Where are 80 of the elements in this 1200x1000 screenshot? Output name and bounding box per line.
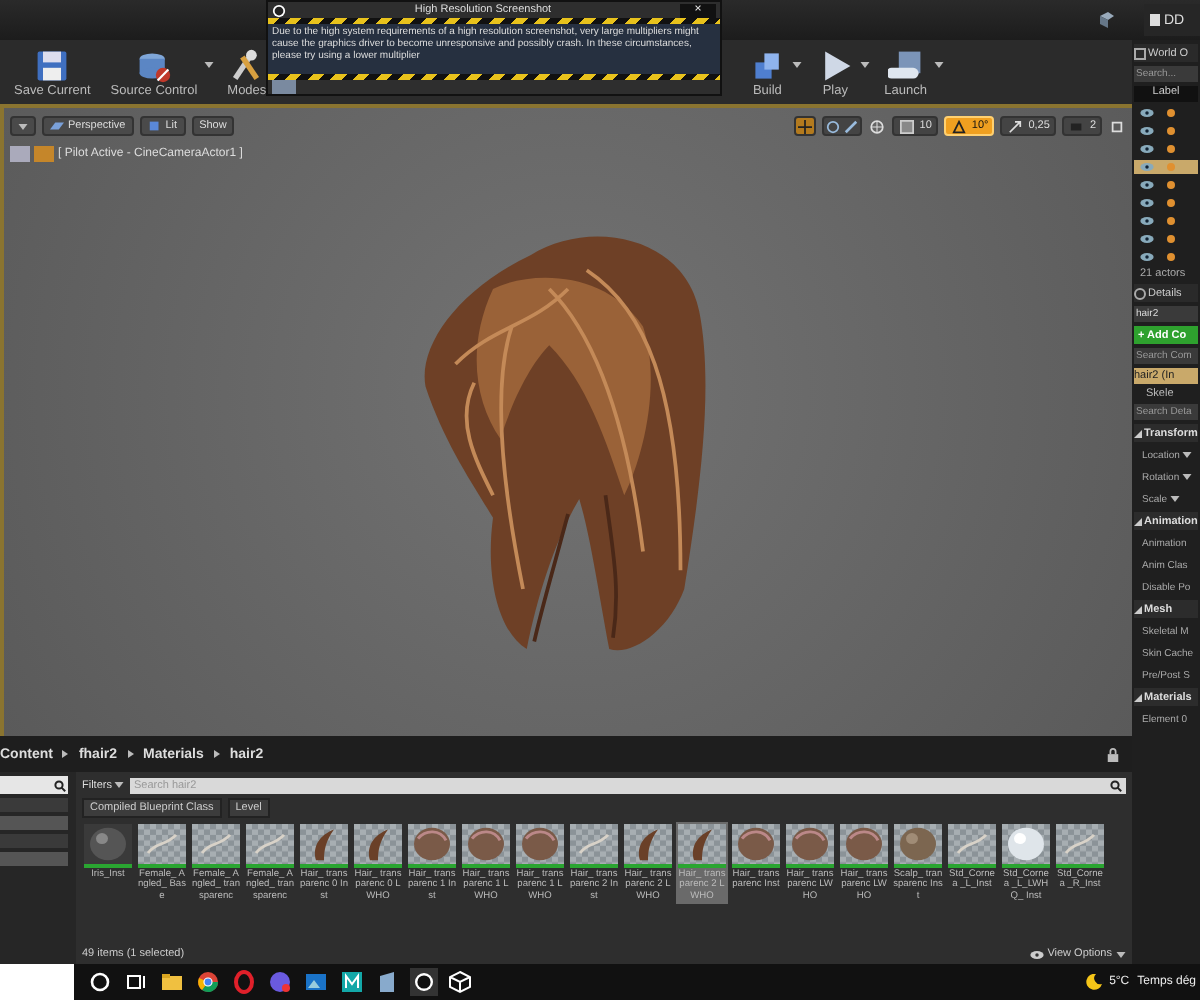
ring-icon[interactable] xyxy=(230,968,258,996)
letter-m-tile-icon[interactable] xyxy=(338,968,366,996)
scale-arrow-icon xyxy=(1008,119,1023,133)
caret-icon xyxy=(1116,951,1126,957)
eye-icon[interactable] xyxy=(1140,108,1154,118)
circle-icon[interactable] xyxy=(86,968,114,996)
material-thumbnail xyxy=(678,824,726,868)
rotate-icon xyxy=(825,119,840,133)
collapse-triangle-icon xyxy=(1134,429,1142,437)
caret-icon xyxy=(860,62,871,68)
gamepad-icon xyxy=(887,48,924,84)
globe-icon[interactable] xyxy=(869,119,884,133)
grid-icon xyxy=(899,119,914,133)
material-thumbnail xyxy=(894,824,942,868)
material-thumbnail xyxy=(840,824,888,868)
chat-bubble-icon[interactable] xyxy=(266,968,294,996)
material-thumbnail xyxy=(246,824,294,868)
material-thumbnail xyxy=(354,824,402,868)
chevron-icon xyxy=(62,750,69,758)
material-thumbnail xyxy=(1002,824,1050,868)
folder-search-field[interactable] xyxy=(0,776,68,794)
caret-icon xyxy=(792,62,803,68)
collapse-triangle-icon xyxy=(1134,605,1142,613)
maximize-icon[interactable] xyxy=(1110,119,1124,133)
material-thumbnail xyxy=(192,824,240,868)
move-icon xyxy=(797,119,812,133)
material-thumbnail xyxy=(786,824,834,868)
material-thumbnail xyxy=(84,824,132,868)
material-thumbnail xyxy=(516,824,564,868)
chevron-icon xyxy=(213,750,220,758)
caret-icon xyxy=(18,123,28,129)
scale-icon xyxy=(843,119,858,133)
material-thumbnail xyxy=(948,824,996,868)
material-thumbnail xyxy=(1056,824,1104,868)
eye-icon[interactable] xyxy=(1140,144,1154,154)
collapse-triangle-icon xyxy=(1134,517,1142,525)
tools-icon xyxy=(228,48,265,84)
material-thumbnail xyxy=(462,824,510,868)
material-thumbnail xyxy=(624,824,672,868)
chevron-icon xyxy=(127,750,134,758)
caret-icon xyxy=(113,782,124,788)
eye-icon[interactable] xyxy=(1140,162,1154,172)
outliner-icon xyxy=(1134,47,1146,59)
camera-icon xyxy=(1069,119,1084,133)
eye-icon[interactable] xyxy=(1140,180,1154,190)
caret-icon xyxy=(933,62,943,68)
search-icon xyxy=(54,779,66,791)
eye-icon xyxy=(1029,949,1044,959)
transform-tools[interactable] xyxy=(793,116,816,136)
transform-tools[interactable] xyxy=(821,116,862,136)
database-icon xyxy=(135,48,172,84)
collapse-triangle-icon xyxy=(1134,693,1142,701)
material-thumbnail xyxy=(138,824,186,868)
eye-icon[interactable] xyxy=(1140,234,1154,244)
caret-icon xyxy=(1181,452,1192,458)
caret-icon xyxy=(203,62,214,68)
perspective-icon xyxy=(50,120,64,132)
eye-icon[interactable] xyxy=(1140,198,1154,208)
search-icon xyxy=(1110,779,1122,791)
details-icon xyxy=(1134,287,1146,299)
material-thumbnail xyxy=(408,824,456,868)
taskbar-search-field[interactable] xyxy=(0,964,74,1000)
browser-icon[interactable] xyxy=(194,968,222,996)
eye-icon[interactable] xyxy=(1140,126,1154,136)
eye-icon[interactable] xyxy=(1140,252,1154,262)
material-thumbnail xyxy=(732,824,780,868)
caret-icon xyxy=(1169,496,1180,502)
angle-icon xyxy=(951,119,966,133)
cube-icon xyxy=(147,120,162,132)
cube-outline-icon[interactable] xyxy=(446,968,474,996)
folder-icon[interactable] xyxy=(158,968,186,996)
material-thumbnail xyxy=(570,824,618,868)
caret-icon xyxy=(1181,474,1192,480)
picture-icon[interactable] xyxy=(302,968,330,996)
material-thumbnail xyxy=(300,824,348,868)
eye-icon[interactable] xyxy=(1140,216,1154,226)
viewport-options-button[interactable] xyxy=(10,116,36,136)
lock-icon[interactable] xyxy=(1106,747,1120,761)
moon-icon[interactable] xyxy=(1085,974,1102,990)
level-icon[interactable] xyxy=(1096,10,1116,30)
